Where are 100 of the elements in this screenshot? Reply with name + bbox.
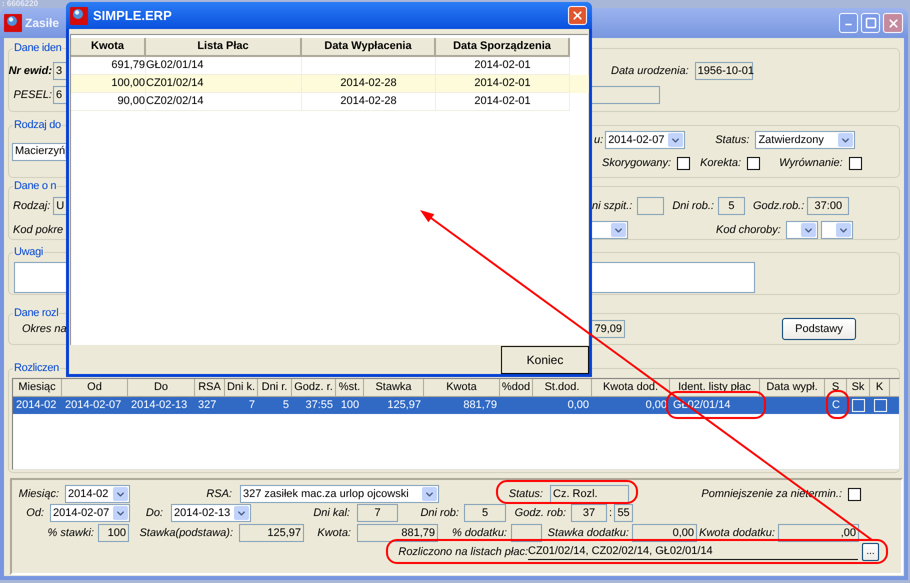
dropdown-field[interactable] bbox=[786, 221, 818, 239]
field-label: ni szpit.: bbox=[592, 199, 632, 213]
field-label: Kwota dodatku: bbox=[699, 526, 775, 540]
text-field[interactable]: 37:00 bbox=[807, 197, 850, 215]
field-label: Stawka(podstawa): bbox=[139, 526, 233, 540]
text-field[interactable]: 100 bbox=[98, 524, 129, 542]
field-label: Miesiąc: bbox=[18, 487, 59, 501]
window-title: SIMPLE.ERP bbox=[93, 6, 172, 25]
checkbox[interactable] bbox=[848, 488, 861, 500]
field-label: Wyrównanie: bbox=[779, 156, 843, 170]
field-label: Rozliczono na listach płac: bbox=[398, 545, 528, 559]
text-field[interactable]: 5 bbox=[718, 197, 745, 215]
table-cell: C bbox=[832, 399, 840, 411]
field-label: Nr ewid: bbox=[8, 64, 52, 78]
field-label: Dni rob.: bbox=[672, 199, 714, 213]
chevron-down-icon bbox=[422, 487, 437, 501]
chevron-down-icon bbox=[113, 506, 128, 520]
table-cell: 0,00 bbox=[568, 399, 589, 411]
table-cell: 90,00 bbox=[71, 93, 146, 111]
close-icon bbox=[886, 16, 900, 30]
table-row[interactable]: 100,00CZ01/02/14 2014-02-28 2014-02-01 bbox=[71, 75, 589, 93]
field-label: Status: bbox=[508, 487, 543, 501]
close-icon bbox=[571, 9, 584, 22]
table-row[interactable]: 691,79GŁ02/01/14 2014-02-01 bbox=[71, 57, 570, 75]
table-cell: CZ02/02/14 bbox=[146, 93, 302, 111]
checkbox[interactable] bbox=[848, 156, 862, 170]
table-row[interactable]: 90,00CZ02/02/14 2014-02-28 2014-02-01 bbox=[71, 93, 570, 111]
field-label: Godz.rob.: bbox=[752, 199, 804, 213]
text-field[interactable]: 37 bbox=[571, 504, 607, 522]
chevron-down-icon bbox=[800, 223, 816, 237]
dropdown-field[interactable]: 327 zasiłek mac.za urlop ojcowski bbox=[240, 485, 439, 503]
group-title: Uwagi bbox=[13, 245, 44, 259]
field-label: Od: bbox=[26, 506, 44, 520]
field-label: Kod choroby: bbox=[716, 223, 781, 237]
chevron-down-icon bbox=[838, 133, 854, 147]
dropdown-field[interactable] bbox=[820, 221, 853, 239]
table-cell: 2014-02 bbox=[16, 399, 56, 411]
minimize-button[interactable] bbox=[839, 13, 858, 33]
dropdown-field[interactable]: Zatwierdzony bbox=[755, 131, 856, 149]
column-header[interactable]: Data Sporządzenia bbox=[436, 38, 570, 57]
text-field[interactable]: 0,00 bbox=[632, 524, 697, 542]
column-header[interactable]: Lista Płac bbox=[146, 38, 302, 57]
field-label: Korekta: bbox=[700, 156, 742, 170]
podstawy-button[interactable]: Podstawy bbox=[782, 318, 856, 340]
field-label: % stawki: bbox=[48, 526, 94, 540]
field-label: Kwota: bbox=[317, 526, 351, 540]
column-header[interactable]: Data Wypłacenia bbox=[302, 38, 436, 57]
text-field[interactable]: Cz. Rozl. bbox=[550, 485, 629, 503]
text-field[interactable] bbox=[511, 524, 542, 542]
maximize-button[interactable] bbox=[861, 13, 880, 33]
table-cell: 2014-02-01 bbox=[436, 93, 570, 111]
chevron-down-icon bbox=[611, 223, 626, 237]
settled-payrolls-field: CZ01/02/14, CZ02/02/14, GŁ02/01/14 bbox=[528, 544, 858, 560]
field-label: Stawka dodatku: bbox=[548, 526, 629, 540]
field-label: Skorygowany: bbox=[602, 156, 672, 170]
table-cell: 5 bbox=[282, 399, 289, 411]
table-cell: 7 bbox=[248, 399, 255, 411]
text-field[interactable]: 7 bbox=[357, 504, 398, 522]
dropdown-field[interactable]: 2014-02-07 bbox=[50, 504, 130, 522]
app-icon bbox=[70, 6, 88, 24]
dropdown-field[interactable]: 2014-02-07 bbox=[605, 131, 686, 149]
text-field[interactable]: 881,79 bbox=[357, 524, 438, 542]
table-cell: 100 bbox=[340, 399, 360, 411]
checkbox[interactable] bbox=[747, 156, 760, 170]
table-cell: 327 bbox=[198, 399, 216, 411]
field-label: Status: bbox=[715, 133, 750, 147]
field-label: PESEL: bbox=[13, 88, 52, 102]
text-field[interactable]: 5 bbox=[464, 504, 506, 522]
close-button[interactable] bbox=[568, 6, 587, 25]
field-label: RSA: bbox=[206, 487, 232, 501]
koniec-button[interactable]: Koniec bbox=[501, 346, 589, 374]
text-field[interactable] bbox=[637, 197, 664, 215]
field-label: Do: bbox=[146, 506, 163, 520]
table-cell: 37:55 bbox=[305, 399, 333, 411]
close-button[interactable] bbox=[883, 13, 903, 33]
column-header[interactable]: Kwota bbox=[71, 38, 146, 57]
field-label: Godz. rob: bbox=[514, 506, 566, 520]
more-button[interactable]: ... bbox=[862, 543, 879, 561]
table-cell: 2014-02-13 bbox=[131, 399, 188, 411]
time-separator: : bbox=[609, 506, 612, 521]
chevron-down-icon bbox=[234, 506, 249, 520]
field-label: Dni kal: bbox=[313, 506, 350, 520]
chevron-down-icon bbox=[836, 223, 851, 237]
window-title: Zasiłe bbox=[25, 15, 60, 32]
text-field[interactable]: 1956-10-01 bbox=[694, 62, 753, 80]
table-cell: 2014-02-28 bbox=[302, 93, 436, 111]
desktop-text: : 6606220 bbox=[2, 0, 38, 8]
dropdown-field[interactable]: 2014-02 bbox=[65, 485, 130, 503]
table-cell: 125,97 bbox=[387, 399, 421, 411]
text-field[interactable]: 55 bbox=[614, 504, 634, 522]
chevron-down-icon bbox=[113, 487, 128, 501]
chevron-down-icon bbox=[668, 133, 684, 147]
checkbox[interactable] bbox=[677, 156, 690, 170]
text-field[interactable]: 125,97 bbox=[239, 524, 304, 542]
field-label: Kod pokre bbox=[13, 223, 64, 237]
dropdown-field[interactable]: 2014-02-13 bbox=[171, 504, 251, 522]
field-label: Dni rob: bbox=[420, 506, 459, 520]
text-field[interactable]: ,00 bbox=[778, 524, 859, 542]
field-label: u: bbox=[594, 133, 604, 147]
field-label: Data urodzenia: bbox=[611, 64, 689, 78]
